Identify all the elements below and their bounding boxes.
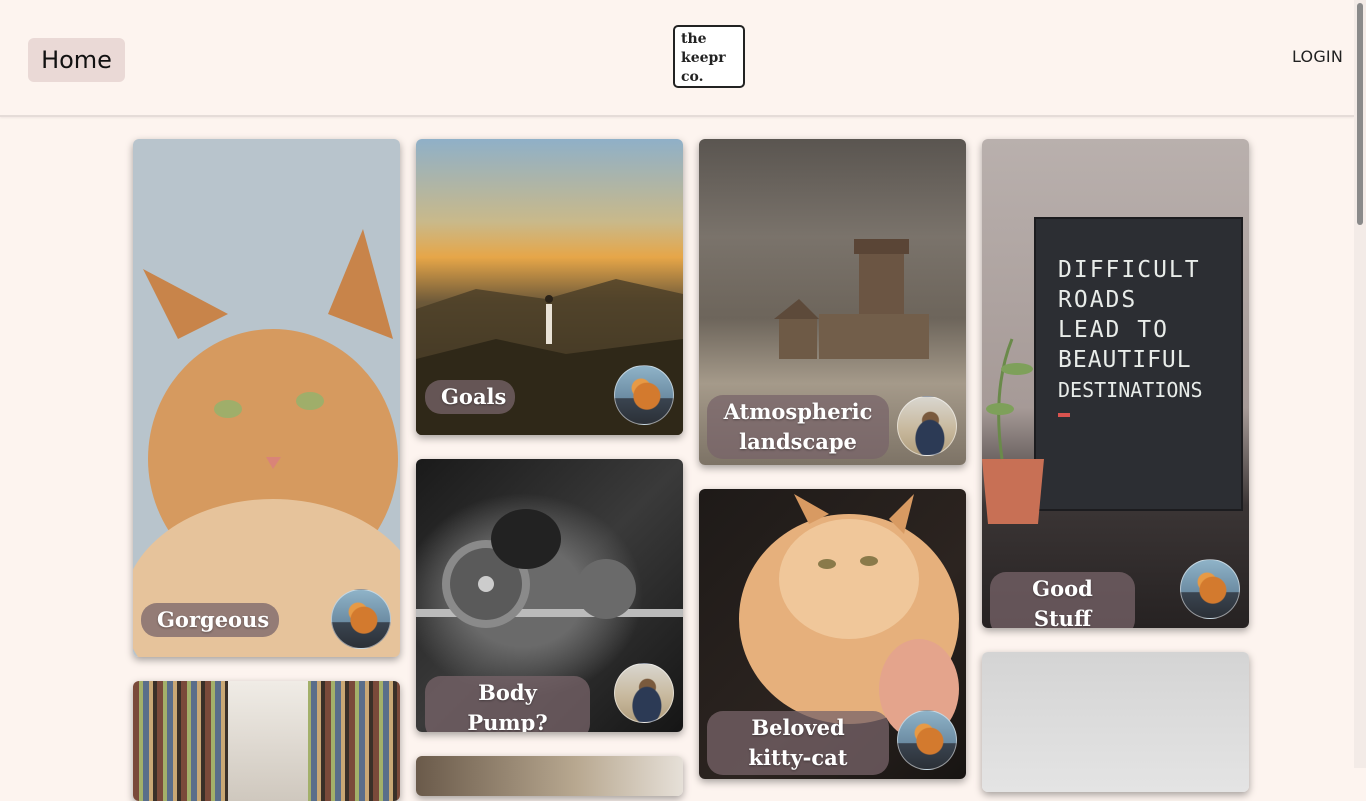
keep-card-beloved-kitty-cat[interactable]: Beloved kitty-cat [699, 489, 966, 779]
card-title: Gorgeous [141, 603, 279, 637]
logo[interactable]: the keepr co. [673, 25, 745, 88]
library-aisle [228, 681, 308, 801]
logo-line-1: the [681, 31, 707, 47]
keep-card-atmospheric-landscape[interactable]: Atmospheric landscape [699, 139, 966, 465]
partial-card-image [416, 756, 683, 796]
logo-line-3: co. [681, 69, 704, 85]
cat-avatar-icon[interactable] [897, 710, 957, 770]
card-title: Beloved kitty-cat [707, 711, 889, 775]
keep-card-grey[interactable] [982, 652, 1249, 792]
scrollbar[interactable] [1354, 0, 1366, 768]
scrollbar-thumb[interactable] [1357, 3, 1363, 225]
keep-card-gorgeous[interactable]: Gorgeous [133, 139, 400, 657]
card-title: Goals [425, 380, 515, 414]
card-title: Atmospheric landscape [707, 395, 889, 459]
keep-card-body-pump[interactable]: Body Pump? [416, 459, 683, 732]
card-title: Good Stuff [990, 572, 1135, 628]
grey-card-image [982, 652, 1249, 792]
cat-ears-shape [133, 229, 400, 657]
keep-card-library[interactable] [133, 681, 400, 801]
logo-line-2: keepr [681, 50, 726, 66]
keep-card-goals[interactable]: Goals [416, 139, 683, 435]
cat-avatar-icon[interactable] [614, 365, 674, 425]
keep-card-good-stuff[interactable]: DIFFICULT ROADS LEAD TO BEAUTIFUL DESTIN… [982, 139, 1249, 628]
navbar: Home the keepr co. LOGIN [0, 0, 1354, 117]
plant-pot-shape [982, 338, 1044, 524]
man-avatar-icon[interactable] [897, 396, 957, 456]
cat-avatar-icon[interactable] [331, 589, 391, 649]
login-link[interactable]: LOGIN [1292, 47, 1343, 66]
man-avatar-icon[interactable] [614, 663, 674, 723]
home-button[interactable]: Home [28, 38, 125, 82]
keep-card-partial[interactable] [416, 756, 683, 796]
card-title: Body Pump? [425, 676, 590, 732]
cat-avatar-icon[interactable] [1180, 559, 1240, 619]
